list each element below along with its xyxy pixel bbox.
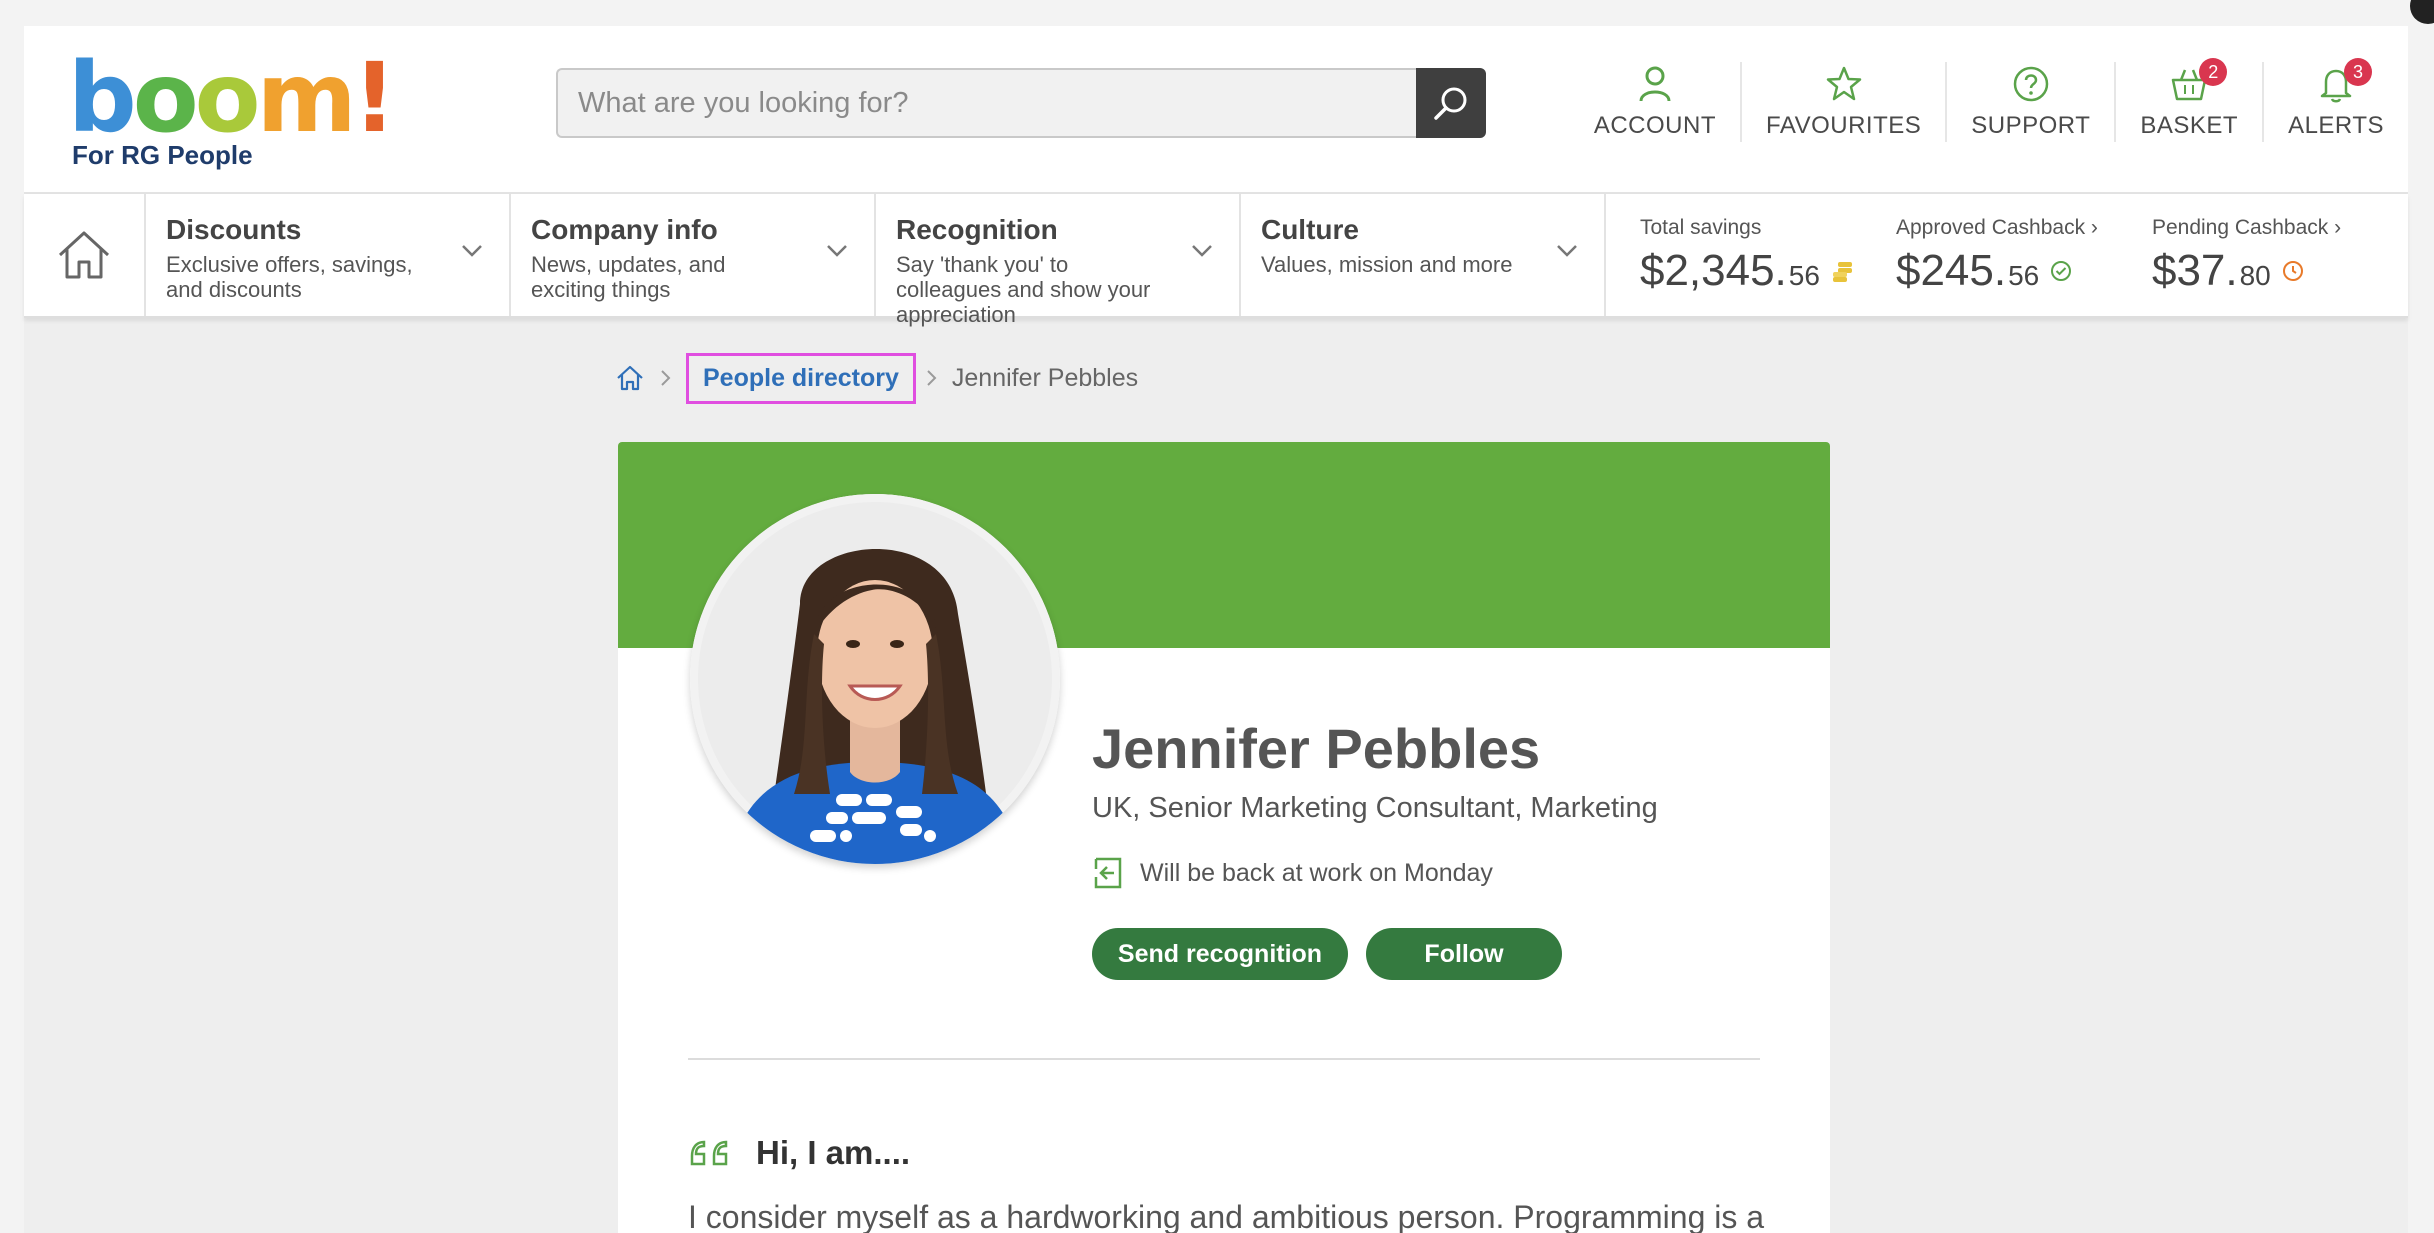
total-savings-dollars: $2,345. xyxy=(1639,246,1787,295)
coins-icon xyxy=(1832,262,1852,282)
chevron-down-icon xyxy=(462,245,482,257)
approved-cashback-cents: 56 xyxy=(2008,260,2040,291)
follow-button[interactable]: Follow xyxy=(1366,928,1562,980)
search-icon xyxy=(1434,87,1467,120)
nav-home-button[interactable] xyxy=(24,194,147,316)
user-icon xyxy=(1639,66,1671,102)
nav-culture-title: Culture xyxy=(1260,214,1359,245)
nav-culture[interactable]: Culture Values, mission and more xyxy=(1241,194,1606,316)
alerts-label: ALERTS xyxy=(2288,112,2384,139)
logo-wordmark: boom! xyxy=(68,42,396,154)
approved-cashback[interactable]: Approved Cashback › $245. 56 xyxy=(1896,194,2152,316)
home-icon xyxy=(617,365,643,391)
main-navbar: Discounts Exclusive offers, savings, and… xyxy=(24,194,2408,327)
total-savings-label: Total savings xyxy=(1639,216,1762,239)
profile-status: Will be back at work on Monday xyxy=(1092,856,1493,890)
support-link[interactable]: SUPPORT xyxy=(1945,62,2114,142)
nav-recognition[interactable]: Recognition Say 'thank you' to colleague… xyxy=(876,194,1241,327)
pending-cashback-label: Pending Cashback › xyxy=(2151,216,2342,239)
profile-role: UK, Senior Marketing Consultant, Marketi… xyxy=(1092,792,1658,824)
nav-culture-desc: Values, mission and more xyxy=(1260,252,1513,277)
profile-actions: Send recognition Follow xyxy=(1092,928,1562,980)
quote-icon xyxy=(690,1140,728,1166)
basket-badge: 2 xyxy=(2199,58,2228,86)
pending-cashback-cents: 80 xyxy=(2239,260,2271,291)
logo[interactable]: boom! For RG People xyxy=(68,42,396,170)
nav-discounts-title: Discounts xyxy=(166,214,302,245)
send-recognition-button[interactable]: Send recognition xyxy=(1092,928,1348,980)
check-circle-icon xyxy=(2051,261,2072,281)
about-text: I consider myself as a hardworking and a… xyxy=(688,1199,1765,1233)
nav-discounts[interactable]: Discounts Exclusive offers, savings, and… xyxy=(146,194,512,316)
basket-link[interactable]: 2 BASKET xyxy=(2114,58,2262,142)
breadcrumb-home[interactable] xyxy=(616,365,644,391)
chevron-right-icon xyxy=(927,370,937,386)
alerts-link[interactable]: 3 ALERTS xyxy=(2262,58,2408,142)
star-icon xyxy=(1826,66,1861,101)
nav-company-info-desc: News, updates, and exciting things xyxy=(531,252,726,302)
divider xyxy=(688,1058,1760,1060)
savings-summary: Total savings $2,345. 56 Approved Cashbac… xyxy=(1606,194,2408,316)
favourites-link[interactable]: FAVOURITES xyxy=(1740,62,1945,142)
header: boom! For RG People ACCOUNT FAVOURITES S… xyxy=(24,26,2408,194)
profile-name: Jennifer Pebbles xyxy=(1092,717,1541,780)
nav-recognition-title: Recognition xyxy=(896,214,1058,245)
about-title: Hi, I am.... xyxy=(756,1134,911,1171)
return-to-work-icon xyxy=(1094,857,1122,889)
chevron-down-icon xyxy=(827,245,847,257)
breadcrumb-current: Jennifer Pebbles xyxy=(951,363,1139,392)
total-savings-cents: 56 xyxy=(1788,260,1820,291)
chevron-down-icon xyxy=(1192,245,1212,257)
chevron-down-icon xyxy=(1557,245,1577,257)
account-link[interactable]: ACCOUNT xyxy=(1570,62,1740,142)
pending-cashback-dollars: $37. xyxy=(2151,246,2238,295)
header-nav: ACCOUNT FAVOURITES SUPPORT 2 BASKET 3 AL… xyxy=(1570,58,2408,162)
home-icon xyxy=(59,231,110,279)
total-savings: Total savings $2,345. 56 xyxy=(1640,194,1896,316)
search-input[interactable] xyxy=(556,68,1416,138)
profile-card: Jennifer Pebbles UK, Senior Marketing Co… xyxy=(618,442,1830,1233)
avatar xyxy=(690,494,1060,864)
nav-company-info[interactable]: Company info News, updates, and exciting… xyxy=(511,194,876,316)
pending-cashback[interactable]: Pending Cashback › $37. 80 xyxy=(2152,194,2408,316)
clock-icon xyxy=(2282,261,2303,281)
alerts-badge: 3 xyxy=(2344,58,2373,86)
search-bar xyxy=(556,68,1486,138)
breadcrumb-people-directory[interactable]: People directory xyxy=(686,352,916,404)
nav-recognition-desc: Say 'thank you' to colleagues and show y… xyxy=(896,252,1151,327)
breadcrumb: People directory Jennifer Pebbles xyxy=(616,348,1138,408)
page: boom! For RG People ACCOUNT FAVOURITES S… xyxy=(24,26,2408,1233)
approved-cashback-label: Approved Cashback › xyxy=(1895,216,2098,239)
nav-discounts-desc: Exclusive offers, savings, and discounts xyxy=(166,252,413,302)
about-heading: Hi, I am.... xyxy=(688,1134,910,1172)
chevron-right-icon xyxy=(661,370,671,386)
account-label: ACCOUNT xyxy=(1593,112,1717,139)
basket-label: BASKET xyxy=(2140,112,2239,139)
approved-cashback-dollars: $245. xyxy=(1895,246,2007,295)
support-label: SUPPORT xyxy=(1971,112,2091,139)
search-button[interactable] xyxy=(1416,68,1486,138)
help-icon xyxy=(2013,66,2049,102)
profile-status-text: Will be back at work on Monday xyxy=(1140,858,1493,887)
close-icon[interactable] xyxy=(2410,0,2434,24)
nav-company-info-title: Company info xyxy=(531,214,718,245)
favourites-label: FAVOURITES xyxy=(1766,112,1922,139)
